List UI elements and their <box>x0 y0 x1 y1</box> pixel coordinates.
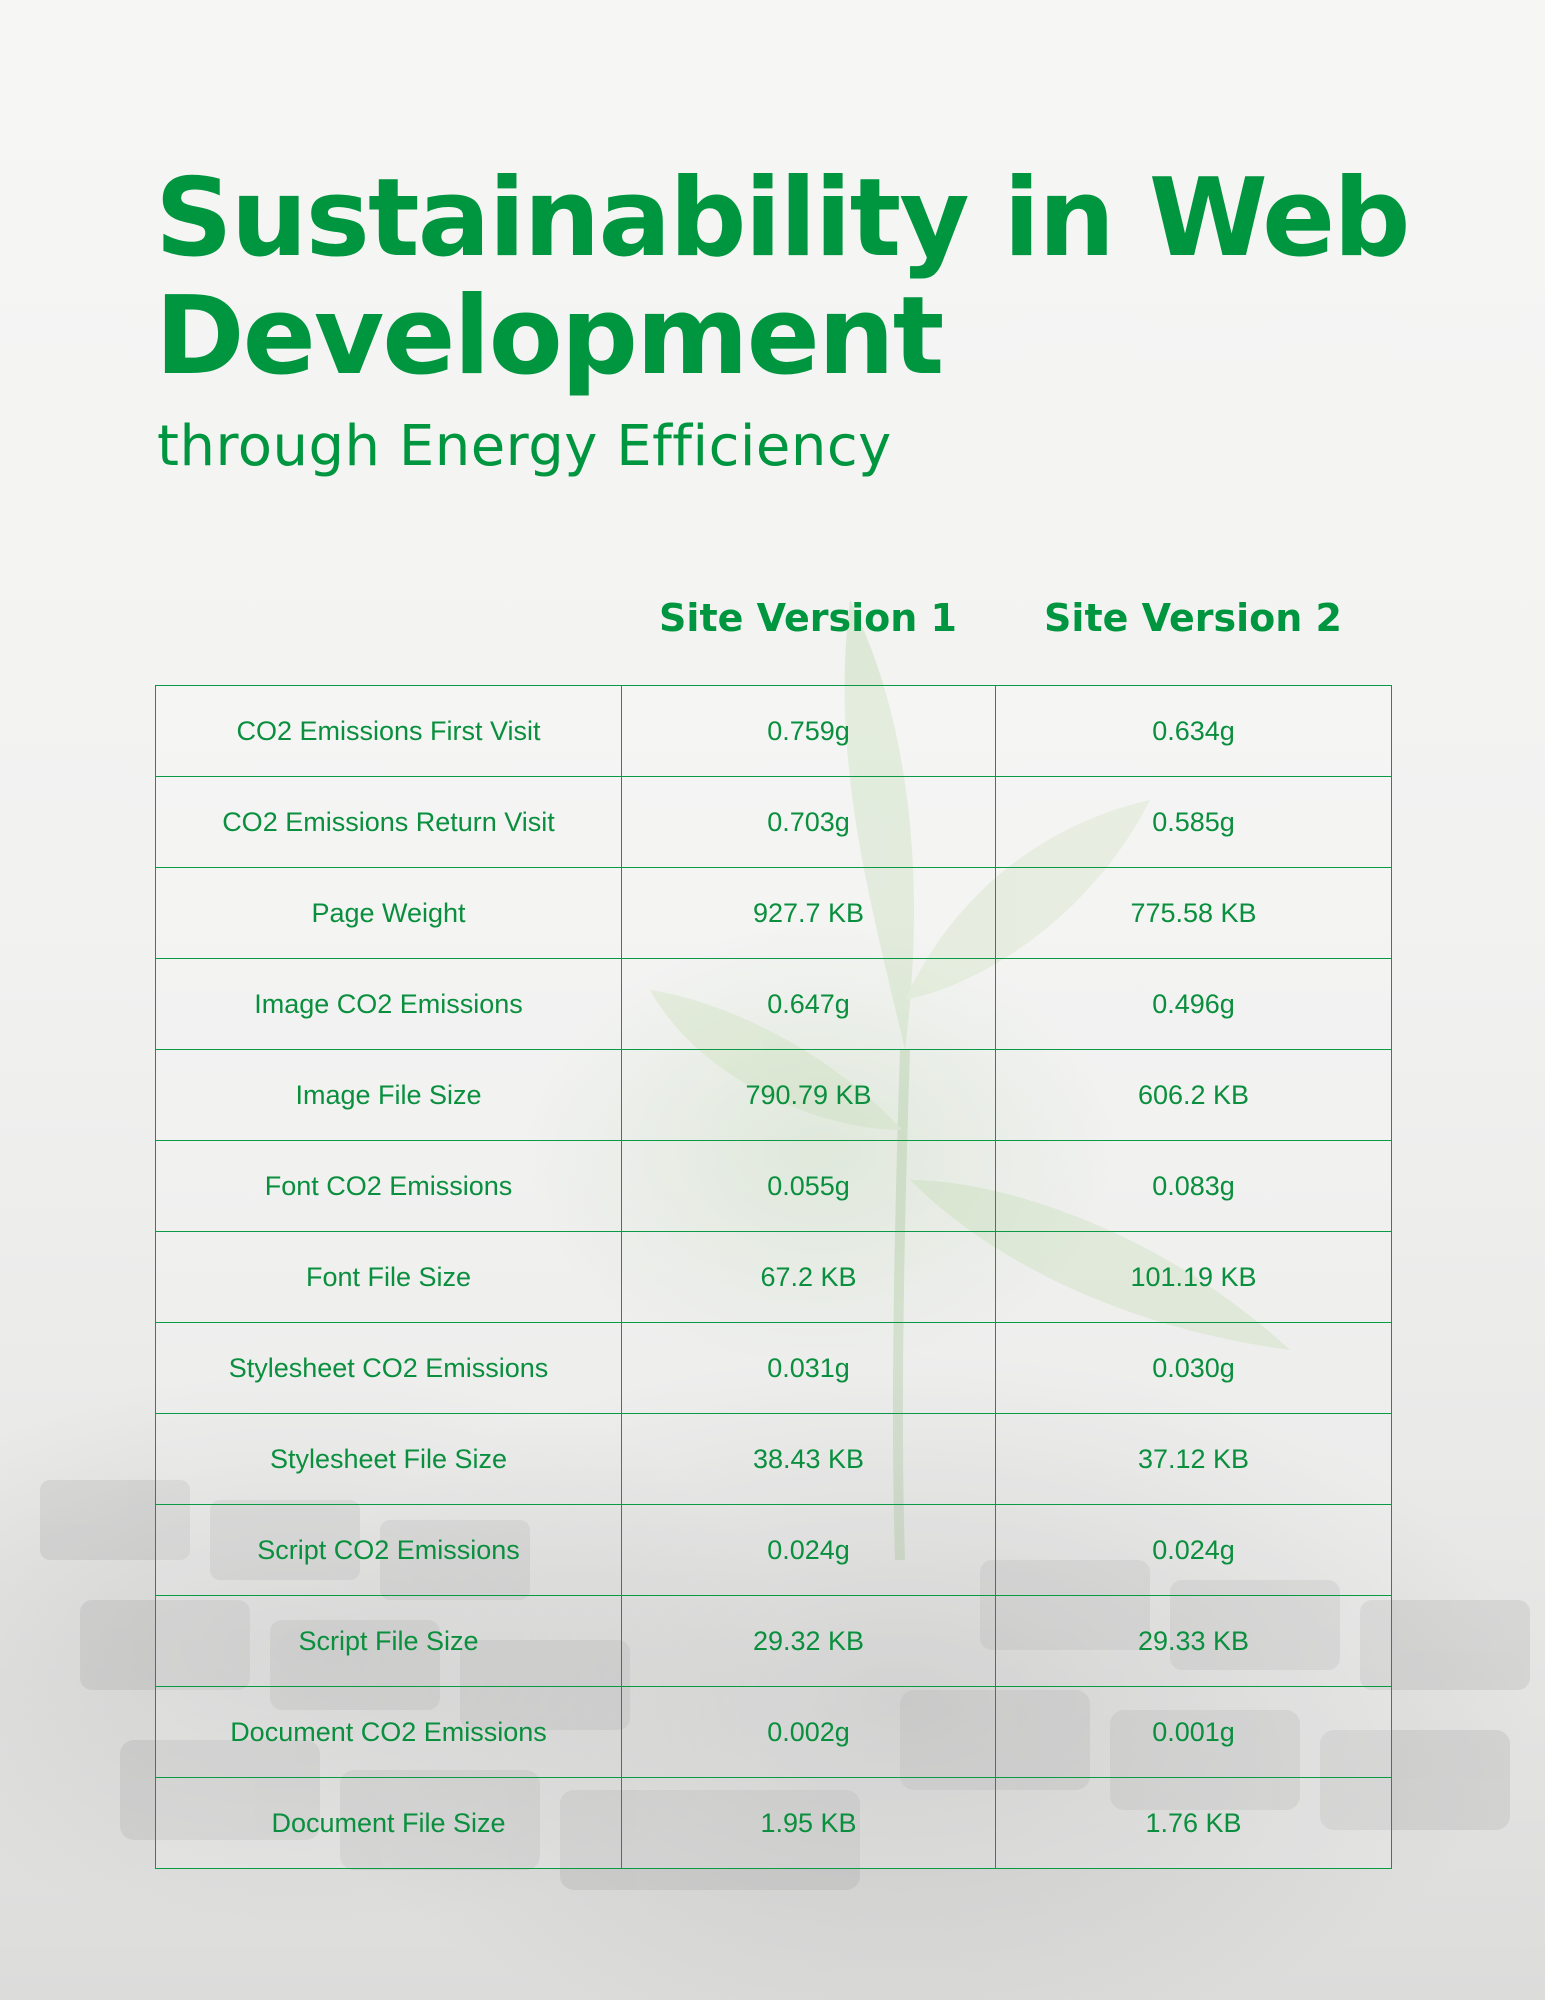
site-version-1-value: 0.002g <box>621 1686 996 1778</box>
metric-label: Stylesheet File Size <box>155 1413 622 1505</box>
metric-label: Font File Size <box>155 1231 622 1323</box>
column-header-site-version-1: Site Version 1 <box>659 596 957 640</box>
site-version-2-value: 37.12 KB <box>995 1413 1392 1505</box>
metric-label: Font CO2 Emissions <box>155 1140 622 1232</box>
page: Sustainability in Web Development throug… <box>0 0 1545 2000</box>
site-version-1-value: 67.2 KB <box>621 1231 996 1323</box>
table-row: Stylesheet CO2 Emissions 0.031g 0.030g <box>155 1322 1392 1414</box>
metric-label: Script CO2 Emissions <box>155 1504 622 1596</box>
page-title: Sustainability in Web Development <box>155 156 1411 399</box>
table-row: CO2 Emissions Return Visit 0.703g 0.585g <box>155 776 1392 868</box>
metric-label: CO2 Emissions Return Visit <box>155 776 622 868</box>
site-version-2-value: 0.083g <box>995 1140 1392 1232</box>
table-row: Font File Size 67.2 KB 101.19 KB <box>155 1231 1392 1323</box>
site-version-2-value: 0.634g <box>995 685 1392 777</box>
site-version-1-value: 0.031g <box>621 1322 996 1414</box>
site-version-2-value: 0.001g <box>995 1686 1392 1778</box>
site-version-1-value: 0.759g <box>621 685 996 777</box>
table-row: Stylesheet File Size 38.43 KB 37.12 KB <box>155 1413 1392 1505</box>
metric-label: Document File Size <box>155 1777 622 1869</box>
metric-label: Image File Size <box>155 1049 622 1141</box>
site-version-2-value: 606.2 KB <box>995 1049 1392 1141</box>
table-row: Font CO2 Emissions 0.055g 0.083g <box>155 1140 1392 1232</box>
site-version-1-value: 0.055g <box>621 1140 996 1232</box>
site-version-2-value: 0.496g <box>995 958 1392 1050</box>
site-version-1-value: 0.647g <box>621 958 996 1050</box>
table-row: Script File Size 29.32 KB 29.33 KB <box>155 1595 1392 1687</box>
table-row: CO2 Emissions First Visit 0.759g 0.634g <box>155 685 1392 777</box>
site-version-2-value: 1.76 KB <box>995 1777 1392 1869</box>
site-version-1-value: 29.32 KB <box>621 1595 996 1687</box>
site-version-2-value: 29.33 KB <box>995 1595 1392 1687</box>
site-version-1-value: 38.43 KB <box>621 1413 996 1505</box>
metric-label: Page Weight <box>155 867 622 959</box>
site-version-1-value: 0.024g <box>621 1504 996 1596</box>
metric-label: CO2 Emissions First Visit <box>155 685 622 777</box>
table-row: Script CO2 Emissions 0.024g 0.024g <box>155 1504 1392 1596</box>
site-version-2-value: 0.030g <box>995 1322 1392 1414</box>
site-version-1-value: 790.79 KB <box>621 1049 996 1141</box>
table-row: Document CO2 Emissions 0.002g 0.001g <box>155 1686 1392 1778</box>
table-row: Image CO2 Emissions 0.647g 0.496g <box>155 958 1392 1050</box>
metric-label: Stylesheet CO2 Emissions <box>155 1322 622 1414</box>
site-version-1-value: 927.7 KB <box>621 867 996 959</box>
page-subtitle: through Energy Efficiency <box>157 414 892 479</box>
site-version-2-value: 0.585g <box>995 776 1392 868</box>
column-header-site-version-2: Site Version 2 <box>1044 596 1342 640</box>
site-version-1-value: 1.95 KB <box>621 1777 996 1869</box>
comparison-table: CO2 Emissions First Visit 0.759g 0.634g … <box>155 685 1392 1869</box>
site-version-1-value: 0.703g <box>621 776 996 868</box>
metric-label: Image CO2 Emissions <box>155 958 622 1050</box>
site-version-2-value: 101.19 KB <box>995 1231 1392 1323</box>
table-row: Image File Size 790.79 KB 606.2 KB <box>155 1049 1392 1141</box>
site-version-2-value: 0.024g <box>995 1504 1392 1596</box>
site-version-2-value: 775.58 KB <box>995 867 1392 959</box>
metric-label: Script File Size <box>155 1595 622 1687</box>
table-row: Page Weight 927.7 KB 775.58 KB <box>155 867 1392 959</box>
table-row: Document File Size 1.95 KB 1.76 KB <box>155 1777 1392 1869</box>
metric-label: Document CO2 Emissions <box>155 1686 622 1778</box>
